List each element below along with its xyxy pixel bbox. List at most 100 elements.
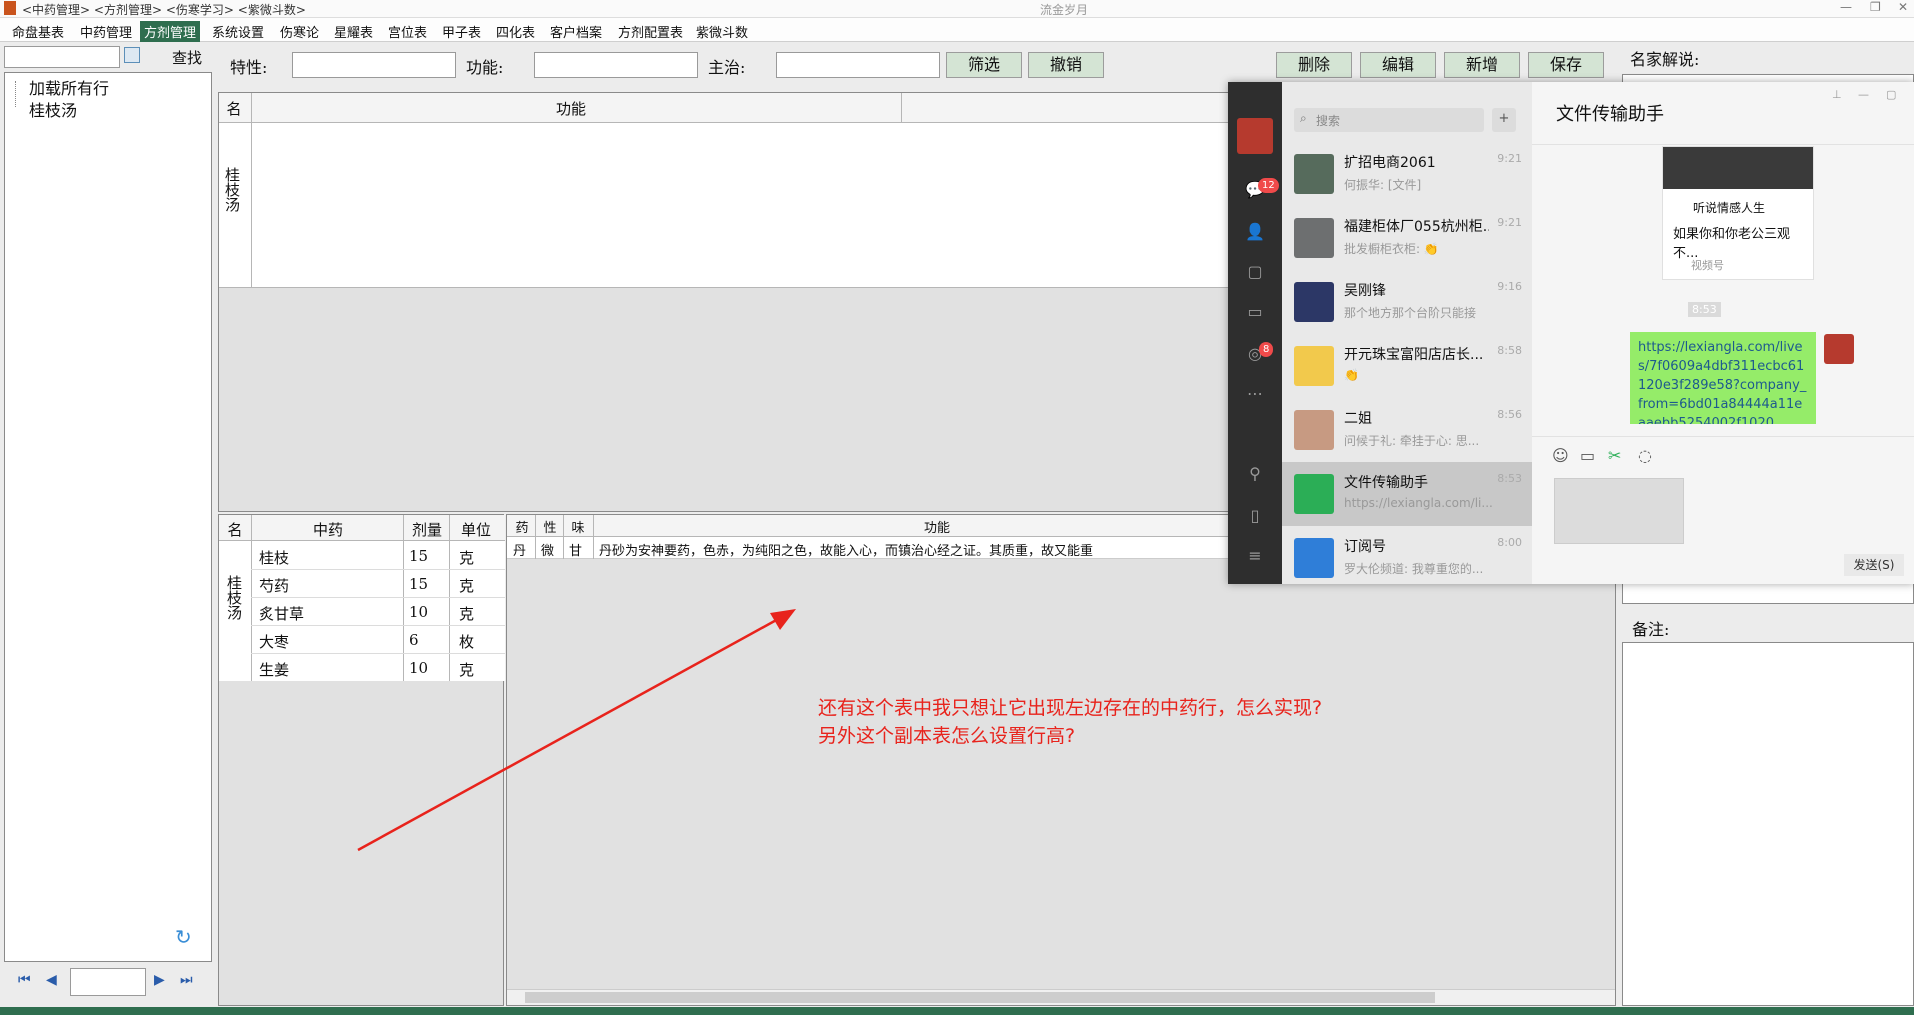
sub-cell-medicine[interactable]: 丹: [513, 540, 526, 559]
col-taste-header[interactable]: 味: [565, 517, 591, 536]
save-button[interactable]: 保存: [1528, 52, 1604, 78]
next-page-icon[interactable]: ▶: [154, 972, 165, 988]
edit-button[interactable]: 编辑: [1360, 52, 1436, 78]
minimize-icon[interactable]: —: [1858, 88, 1869, 101]
herb-group-name: 桂枝汤: [225, 575, 243, 620]
chat-item[interactable]: 订阅号 8:00 罗大伦频道: 我尊重您的...: [1282, 526, 1532, 590]
col-function-header[interactable]: 功能: [597, 517, 1277, 536]
herb-name[interactable]: 大枣: [259, 631, 289, 652]
menu-item[interactable]: 方剂配置表: [614, 21, 687, 42]
menu-item[interactable]: 星耀表: [330, 21, 377, 42]
tree-item-guizhi[interactable]: 桂枝汤: [29, 97, 77, 121]
chat-item[interactable]: 二姐 8:56 问候于礼: 牵挂于心: 思...: [1282, 398, 1532, 462]
herb-name[interactable]: 桂枝: [259, 547, 289, 568]
contacts-icon[interactable]: 👤: [1245, 222, 1265, 242]
prev-page-icon[interactable]: ◀: [46, 972, 57, 988]
chat-bubble-icon[interactable]: ◌: [1638, 446, 1652, 465]
video-card[interactable]: 听说情感人生 如果你和你老公三观不... 视频号: [1662, 146, 1814, 280]
chat-preview: 那个地方那个台阶只能接: [1344, 306, 1477, 320]
col-dose-header[interactable]: 剂量: [405, 519, 449, 540]
more-icon[interactable]: ⋯: [1245, 384, 1265, 404]
col-nature-header[interactable]: 性: [537, 517, 563, 536]
image-attachment[interactable]: [1554, 478, 1684, 544]
tree-item-all[interactable]: 加载所有行: [29, 75, 109, 99]
menu-item-active[interactable]: 方剂管理: [140, 21, 201, 42]
menu-item[interactable]: 中药管理: [76, 21, 136, 42]
trait-input[interactable]: [292, 52, 456, 78]
scrollbar-thumb[interactable]: [525, 992, 1435, 1003]
annotation-line: 还有这个表中我只想让它出现左边存在的中药行，怎么实现?: [818, 697, 1323, 719]
folder-icon[interactable]: ▭: [1245, 302, 1265, 322]
wechat-sidebar: 💬 12 👤 ▢ ▭ ◎ 8 ⋯ ⚲ ▯ ≡: [1228, 82, 1282, 584]
menu-item[interactable]: 宫位表: [384, 21, 431, 42]
filter-button[interactable]: 筛选: [946, 52, 1022, 78]
col-herb-header[interactable]: 中药: [253, 519, 403, 540]
sub-cell-nature[interactable]: 微: [541, 540, 554, 559]
add-chat-icon[interactable]: +: [1492, 108, 1516, 132]
menu-item[interactable]: 客户档案: [546, 21, 606, 42]
chat-item[interactable]: 扩招电商2061 9:21 何振华: [文件]: [1282, 142, 1532, 206]
close-icon[interactable]: ✕: [1898, 0, 1908, 14]
divider: [535, 515, 536, 559]
last-page-icon[interactable]: ⏭: [180, 972, 193, 988]
cancel-button[interactable]: 撤销: [1028, 52, 1104, 78]
maximize-icon[interactable]: ▢: [1886, 88, 1896, 101]
sub-cell-taste[interactable]: 甘: [569, 540, 582, 559]
menu-item[interactable]: 甲子表: [438, 21, 485, 42]
left-search-input[interactable]: [4, 46, 120, 68]
chat-item[interactable]: 福建柜体厂055杭州柜... 9:21 批发橱柜衣柜: 👏: [1282, 206, 1532, 270]
message-bubble[interactable]: https://lexiangla.com/lives/7f0609a4dbf3…: [1630, 332, 1816, 424]
col-unit-header[interactable]: 单位: [451, 519, 501, 540]
search-icon[interactable]: [124, 47, 140, 63]
refresh-icon[interactable]: ↻: [175, 925, 192, 949]
find-button[interactable]: 查找: [172, 47, 202, 68]
chat-preview: 何振华: [文件]: [1344, 178, 1422, 192]
minimize-icon[interactable]: —: [1840, 0, 1852, 14]
herb-dose[interactable]: 15: [409, 575, 428, 593]
video-thumbnail: [1663, 147, 1813, 189]
folder-icon[interactable]: ▭: [1580, 446, 1595, 465]
herb-name[interactable]: 生姜: [259, 659, 289, 680]
menu-item[interactable]: 紫微斗数: [692, 21, 752, 42]
function-input[interactable]: [534, 52, 698, 78]
divider: [1532, 436, 1914, 437]
herb-name[interactable]: 芍药: [259, 575, 289, 596]
notes-textarea[interactable]: [1622, 642, 1914, 1006]
herb-unit[interactable]: 克: [459, 575, 474, 596]
menu-item[interactable]: 命盘基表: [8, 21, 68, 42]
herb-dose[interactable]: 15: [409, 547, 428, 565]
box-icon[interactable]: ▢: [1245, 262, 1265, 282]
page-input[interactable]: [70, 968, 146, 996]
col-name-header[interactable]: 名: [223, 98, 245, 119]
first-page-icon[interactable]: ⏮: [18, 972, 31, 988]
chat-item[interactable]: 开元珠宝富阳店店长... 8:58 👏: [1282, 334, 1532, 398]
pin-icon[interactable]: ⊥: [1832, 88, 1842, 101]
emoji-icon[interactable]: ☺: [1552, 446, 1569, 465]
maximize-icon[interactable]: ❐: [1870, 0, 1881, 14]
wechat-search[interactable]: ⌕ 搜索: [1294, 108, 1484, 132]
add-button[interactable]: 新增: [1444, 52, 1520, 78]
avatar[interactable]: [1237, 118, 1273, 154]
expert-header: 名家解说:: [1620, 44, 1914, 74]
chat-item[interactable]: 吴刚锋 9:16 那个地方那个台阶只能接: [1282, 270, 1532, 334]
col-function-header[interactable]: 功能: [251, 98, 891, 119]
herb-unit[interactable]: 克: [459, 547, 474, 568]
col-medicine-header[interactable]: 药: [509, 517, 535, 536]
menu-item[interactable]: 系统设置: [208, 21, 268, 42]
horizontal-scrollbar[interactable]: [507, 989, 1615, 1005]
indication-input[interactable]: [776, 52, 940, 78]
menu-item[interactable]: 伤寒论: [276, 21, 323, 42]
col-name-header[interactable]: 名: [221, 519, 249, 540]
menu-icon[interactable]: ≡: [1245, 546, 1265, 566]
sub-cell-function[interactable]: 丹砂为安神要药，色赤，为纯阳之色，故能入心，而镇治心经之证。其质重，故又能重: [599, 540, 1239, 559]
link-icon[interactable]: ⚲: [1245, 464, 1265, 484]
chat-name: 开元珠宝富阳店店长...: [1344, 347, 1484, 363]
delete-button[interactable]: 删除: [1276, 52, 1352, 78]
chat-time: 9:21: [1497, 216, 1522, 229]
menu-item[interactable]: 四化表: [492, 21, 539, 42]
send-button[interactable]: 发送(S): [1844, 554, 1904, 576]
scissors-icon[interactable]: ✂: [1608, 446, 1621, 465]
herb-name[interactable]: 炙甘草: [259, 603, 304, 624]
chat-item-selected[interactable]: 文件传输助手 8:53 https://lexiangla.com/li...: [1282, 462, 1532, 526]
phone-icon[interactable]: ▯: [1245, 506, 1265, 526]
